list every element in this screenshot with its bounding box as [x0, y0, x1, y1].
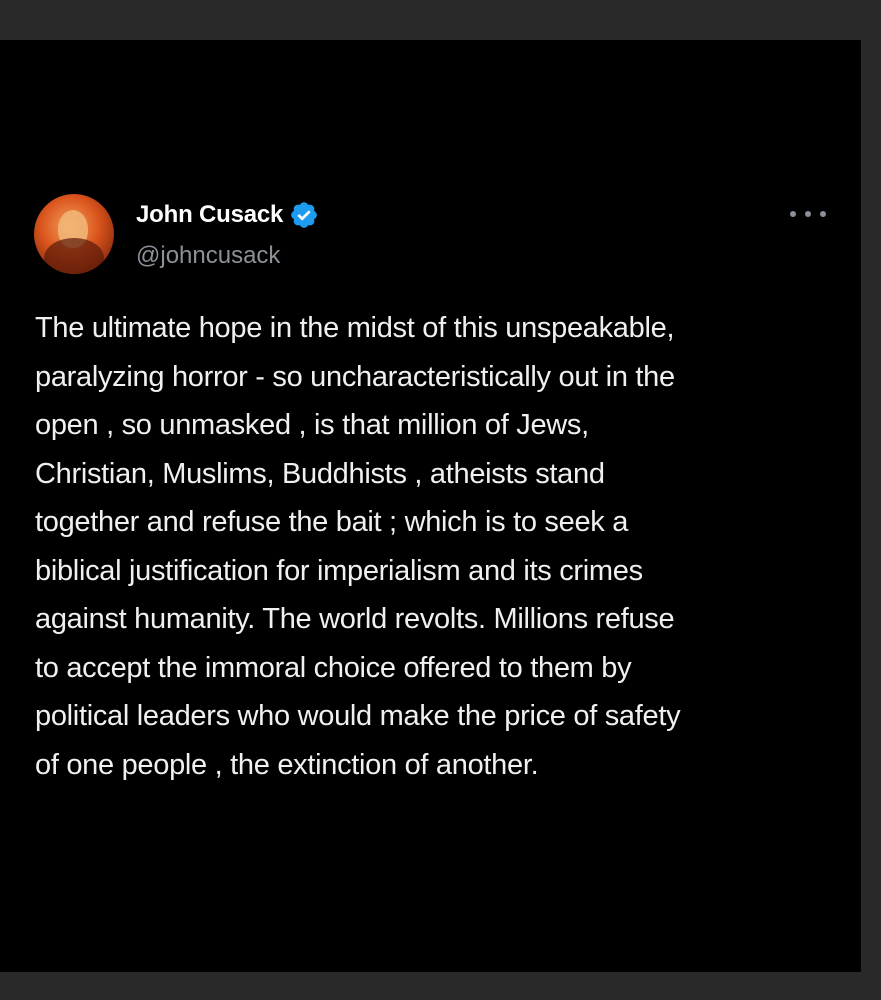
tweet-text-line: open , so unmasked , is that million of …	[35, 409, 589, 441]
author-name-row: John Cusack	[136, 198, 319, 232]
avatar-shadow	[44, 238, 104, 274]
tweet-text-line: of one people , the extinction of anothe…	[35, 748, 539, 781]
tweet-text-line: paralyzing horror - so uncharacteristica…	[35, 360, 675, 393]
more-dot	[820, 211, 826, 217]
avatar[interactable]	[34, 194, 114, 274]
tweet-text-line: The ultimate hope in the midst of this u…	[35, 312, 675, 344]
tweet-text-line: to accept the immoral choice offered to …	[35, 651, 632, 684]
more-dot	[790, 211, 796, 217]
tweet-text-line: against humanity. The world revolts. Mil…	[35, 603, 675, 635]
tweet-text-line: biblical justification for imperialism a…	[35, 554, 643, 587]
screenshot-frame: John Cusack @johncusack The ultimate hop…	[0, 0, 881, 1000]
display-name[interactable]: John Cusack	[136, 198, 283, 232]
more-dot	[805, 211, 811, 217]
tweet-text-line: political leaders who would make the pri…	[35, 700, 681, 732]
more-options-icon[interactable]	[790, 204, 826, 224]
tweet-text-line: Christian, Muslims, Buddhists , atheists…	[35, 457, 605, 490]
verified-badge-icon	[291, 202, 317, 228]
tweet-text: The ultimate hope in the midst of this u…	[35, 304, 835, 789]
user-handle[interactable]: @johncusack	[136, 240, 280, 272]
tweet-text-line: together and refuse the bait ; which is …	[35, 506, 629, 538]
